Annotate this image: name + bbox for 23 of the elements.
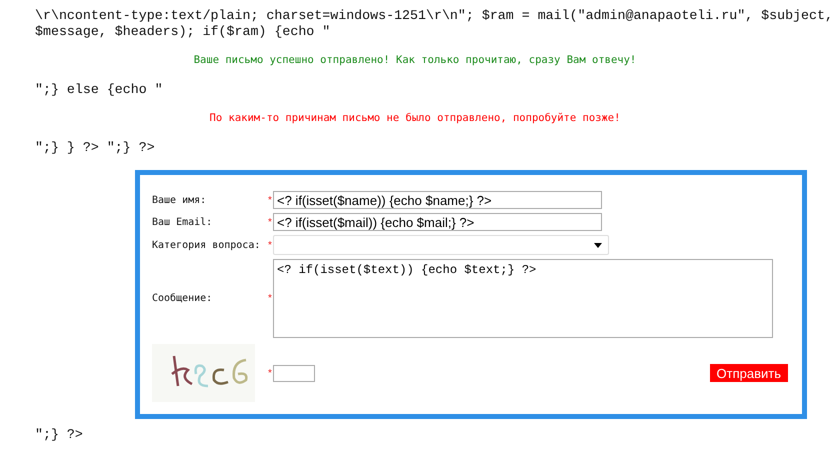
- field-label: Ваше имя:: [152, 194, 208, 206]
- input-field[interactable]: <? if(isset($name)) {echo $name;} ?>: [273, 191, 602, 209]
- caret-icon: [594, 242, 602, 248]
- success-message: Ваше письмо успешно отправлено! Как только прочитаю, сразу Вам отвечу!: [192, 54, 638, 66]
- code-line: ";} else {echo ": [35, 82, 164, 98]
- submit-button[interactable]: Отправить: [710, 364, 788, 382]
- dropdown[interactable]: [273, 235, 609, 255]
- code-line: ";} } ?> ";} ?>: [35, 140, 156, 156]
- field-label: Сообщение:: [152, 293, 214, 304]
- code-line: $message, $headers); if($ram) {echo ": [35, 24, 332, 40]
- required-mark: *: [268, 240, 273, 250]
- captcha-field[interactable]: [273, 364, 315, 382]
- message-field[interactable]: <? if(isset($text)) {echo $text;} ?>: [273, 259, 773, 338]
- required-mark: *: [268, 368, 273, 378]
- required-mark: *: [268, 216, 273, 228]
- required-mark: *: [268, 293, 273, 304]
- error-message: По каким-то причинам письмо не было отправлено, попробуйте позже!: [208, 112, 622, 124]
- input-field[interactable]: <? if(isset($mail)) {echo $mail;} ?>: [273, 213, 602, 231]
- field-label: Ваш Email:: [152, 216, 214, 228]
- field-label: Категория вопроса:: [152, 240, 262, 250]
- required-mark: *: [268, 194, 273, 206]
- code-line: ";} ?>: [35, 427, 84, 443]
- code-line: \r\ncontent-type:text/plain; charset=windows-1251\r\n"; $ram = mail("admin@anapaoteli.ru", $subject,: [35, 8, 834, 24]
